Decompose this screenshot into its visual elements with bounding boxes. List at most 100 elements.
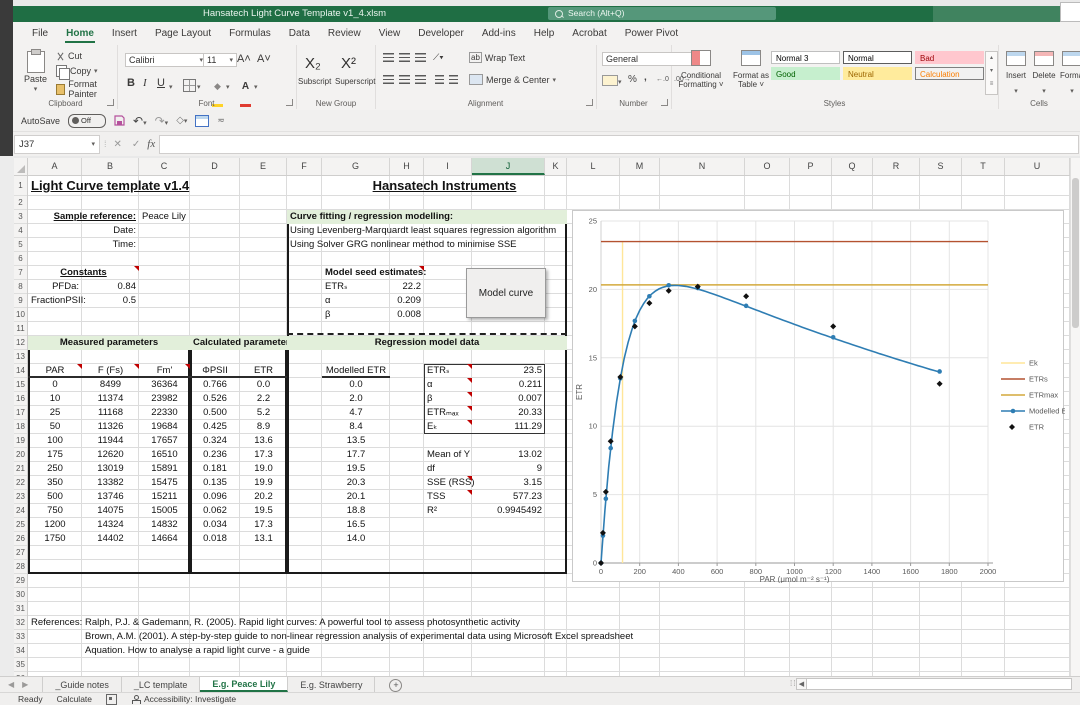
cell-A17[interactable]: 25 (28, 406, 82, 420)
comment-indicator[interactable] (185, 364, 190, 369)
cell-D20[interactable]: 0.236 (190, 448, 240, 462)
align-bottom-icon[interactable] (415, 53, 426, 62)
menu-tab-view[interactable]: View (370, 24, 410, 43)
cell-A19[interactable]: 100 (28, 434, 82, 448)
format-cells-button[interactable]: Format▾ (1060, 51, 1080, 98)
align-middle-icon[interactable] (399, 53, 410, 62)
menu-tab-insert[interactable]: Insert (103, 24, 146, 43)
comment-indicator[interactable] (467, 406, 472, 411)
row-header-35[interactable]: 35 (14, 658, 27, 672)
cell-D24[interactable]: 0.062 (190, 504, 240, 518)
menu-tab-add-ins[interactable]: Add-ins (473, 24, 525, 43)
row-header-27[interactable]: 27 (14, 546, 27, 560)
cut-button[interactable]: Cut (56, 51, 82, 61)
column-header-A[interactable]: A (28, 158, 82, 175)
cell-A9[interactable]: FractionPSII: (28, 294, 82, 308)
align-center-icon[interactable] (399, 75, 410, 84)
cell-B26[interactable]: 14402 (82, 532, 139, 546)
vertical-scrollbar-thumb[interactable] (1072, 178, 1079, 328)
row-header-26[interactable]: 26 (14, 532, 27, 546)
percent-style-button[interactable]: % (628, 74, 637, 85)
cell-C19[interactable]: 17657 (139, 434, 190, 448)
row-header-15[interactable]: 15 (14, 378, 27, 392)
new-sheet-button[interactable]: + (389, 679, 402, 692)
cell-E18[interactable]: 8.9 (240, 420, 287, 434)
underline-button[interactable]: U (157, 77, 165, 89)
row-header-22[interactable]: 22 (14, 476, 27, 490)
cell-G14[interactable]: Modelled ETR (322, 364, 390, 378)
cell-C24[interactable]: 15005 (139, 504, 190, 518)
cell-F5[interactable]: Using Solver GRG nonlinear method to min… (287, 238, 567, 252)
cell-E24[interactable]: 19.5 (240, 504, 287, 518)
menu-tab-data[interactable]: Data (280, 24, 319, 43)
subscript-button[interactable]: X₂ (305, 55, 321, 72)
menu-tab-power-pivot[interactable]: Power Pivot (616, 24, 687, 43)
cancel-entry-icon[interactable]: ✕ (111, 139, 125, 150)
cell-E17[interactable]: 5.2 (240, 406, 287, 420)
cell-C17[interactable]: 22330 (139, 406, 190, 420)
cell-C16[interactable]: 23982 (139, 392, 190, 406)
cell-I16[interactable]: β (424, 392, 472, 406)
formula-input[interactable] (159, 135, 1079, 154)
column-header-K[interactable]: K (545, 158, 567, 175)
cell-J24[interactable]: 0.9945492 (472, 504, 545, 518)
cell-E14[interactable]: ETR (240, 364, 287, 378)
row-header-24[interactable]: 24 (14, 504, 27, 518)
insert-function-icon[interactable]: fx (147, 138, 155, 150)
row-header-9[interactable]: 9 (14, 294, 27, 308)
cell-H9[interactable]: 0.209 (390, 294, 424, 308)
menu-tab-file[interactable]: File (23, 24, 57, 43)
column-header-I[interactable]: I (424, 158, 472, 175)
undo-button[interactable]: ↶▾ (133, 114, 147, 128)
cell-J23[interactable]: 577.23 (472, 490, 545, 504)
row-header-32[interactable]: 32 (14, 616, 27, 630)
name-box[interactable]: J37▾ (14, 135, 100, 154)
cell-A16[interactable]: 10 (28, 392, 82, 406)
comment-indicator[interactable] (134, 266, 139, 271)
clipboard-dialog-launcher[interactable] (107, 99, 114, 106)
cell-G26[interactable]: 14.0 (322, 532, 390, 546)
row-header-33[interactable]: 33 (14, 630, 27, 644)
cell-A14[interactable]: PAR (28, 364, 82, 378)
borders-icon[interactable] (183, 79, 196, 92)
cell-B32[interactable]: Ralph, P.J. & Gademann, R. (2005). Rapid… (82, 616, 545, 630)
cell-A22[interactable]: 350 (28, 476, 82, 490)
row-header-23[interactable]: 23 (14, 490, 27, 504)
cell-G17[interactable]: 4.7 (322, 406, 390, 420)
cell-B9[interactable]: 0.5 (82, 294, 139, 308)
autosave-toggle[interactable]: Off (68, 114, 106, 128)
cell-C23[interactable]: 15211 (139, 490, 190, 504)
row-header-28[interactable]: 28 (14, 560, 27, 574)
cell-A5[interactable]: Time: (28, 238, 139, 252)
cell-B14[interactable]: F (Fs) (82, 364, 139, 378)
column-header-G[interactable]: G (322, 158, 390, 175)
select-all-corner[interactable] (14, 158, 28, 176)
cell-J16[interactable]: 0.007 (472, 392, 545, 406)
cell-B17[interactable]: 11168 (82, 406, 139, 420)
cell-D22[interactable]: 0.135 (190, 476, 240, 490)
save-icon[interactable] (114, 115, 125, 126)
cell-E15[interactable]: 0.0 (240, 378, 287, 392)
menu-tab-review[interactable]: Review (319, 24, 370, 43)
column-header-R[interactable]: R (873, 158, 920, 175)
column-header-N[interactable]: N (660, 158, 745, 175)
cell-C22[interactable]: 15475 (139, 476, 190, 490)
cell-H10[interactable]: 0.008 (390, 308, 424, 322)
row-header-12[interactable]: 12 (14, 336, 27, 350)
cell-I23[interactable]: TSS (424, 490, 472, 504)
style-chip-bad[interactable]: Bad (915, 51, 984, 64)
cell-J18[interactable]: 111.29 (472, 420, 545, 434)
cell-G10[interactable]: β (322, 308, 390, 322)
grow-font-button[interactable]: A˄ (237, 53, 251, 65)
row-header-4[interactable]: 4 (14, 224, 27, 238)
cell-G21[interactable]: 19.5 (322, 462, 390, 476)
row-header-21[interactable]: 21 (14, 462, 27, 476)
column-header-F[interactable]: F (287, 158, 322, 175)
column-header-B[interactable]: B (82, 158, 139, 175)
cell-B15[interactable]: 8499 (82, 378, 139, 392)
italic-button[interactable]: I (143, 77, 147, 89)
cell-A4[interactable]: Date: (28, 224, 139, 238)
search-input[interactable]: Search (Alt+Q) (548, 7, 776, 20)
cell-B22[interactable]: 13382 (82, 476, 139, 490)
superscript-button[interactable]: X² (341, 55, 356, 72)
